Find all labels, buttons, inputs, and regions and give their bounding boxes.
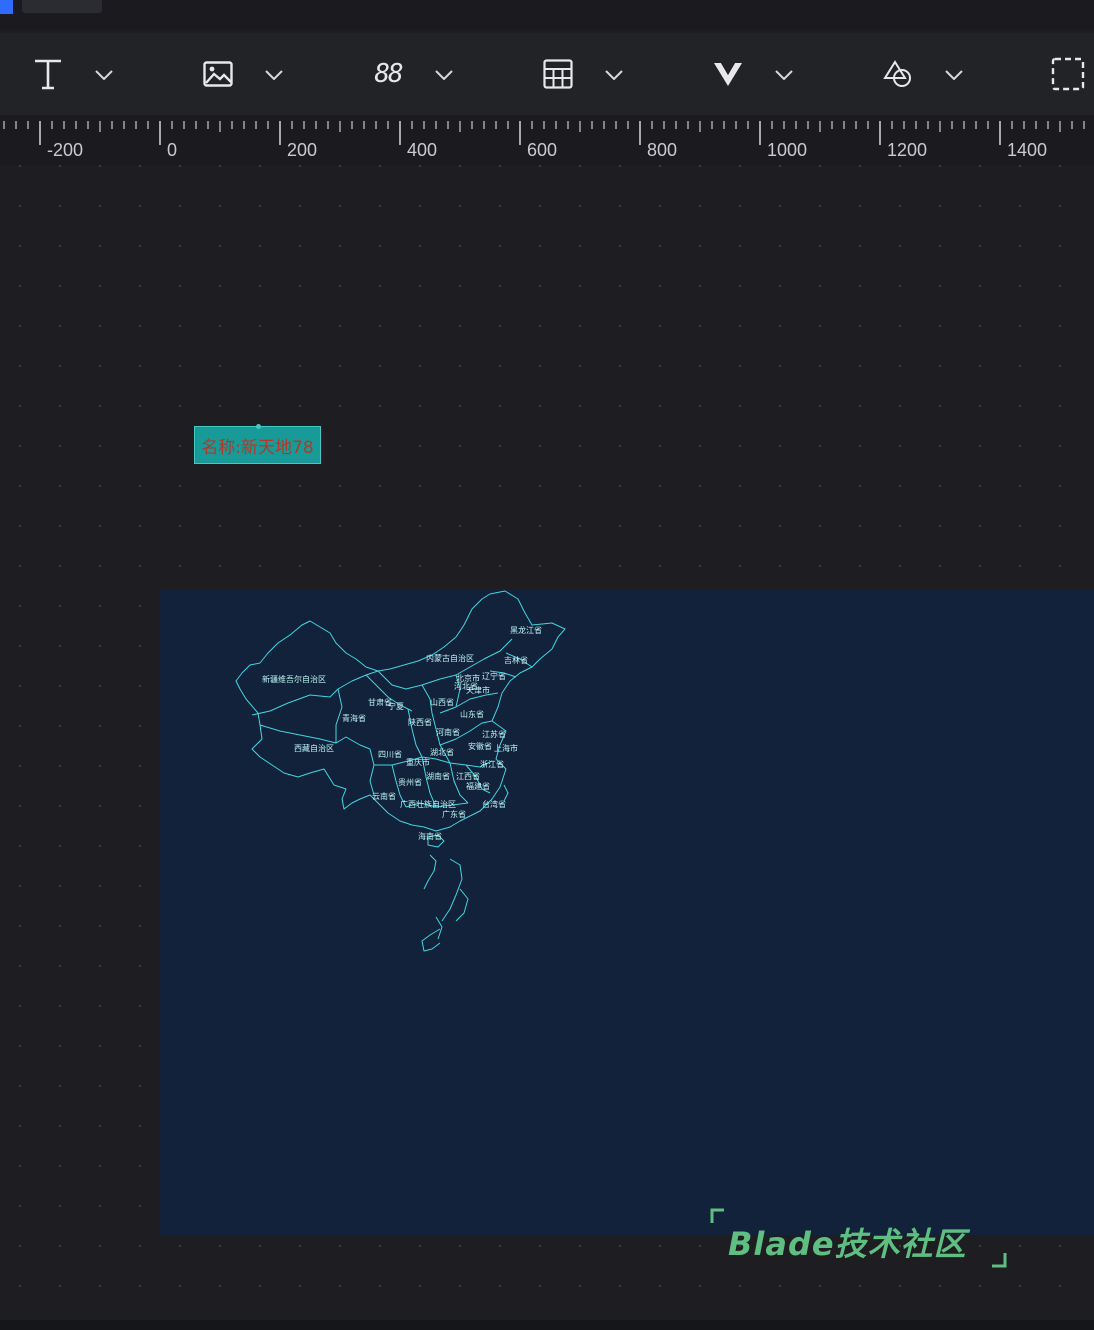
map-region-label: 浙江省: [480, 759, 504, 769]
map-region-label: 广西壮族自治区: [400, 799, 456, 809]
watermark-text: Blade技术社区: [728, 1225, 967, 1263]
ruler-label: 1400: [1007, 140, 1048, 160]
map-region-label: 四川省: [378, 749, 402, 759]
table-tool[interactable]: [538, 33, 628, 115]
map-region-label: 山西省: [430, 697, 454, 707]
top-tab[interactable]: [22, 0, 102, 13]
map-region-label: 陕西省: [408, 717, 432, 727]
map-island: [421, 928, 441, 952]
map-region-label: 江西省: [456, 771, 480, 781]
map-region-label: 贵州省: [398, 777, 422, 787]
vue-component-tool[interactable]: [708, 33, 798, 115]
map-region-label: 宁夏: [388, 701, 404, 711]
table-icon: [538, 54, 578, 94]
text-tool[interactable]: [28, 33, 118, 115]
fullscreen-icon: [1048, 54, 1088, 94]
map-region-label: 河南省: [436, 727, 460, 737]
resize-handle[interactable]: [256, 424, 261, 429]
map-region-label: 上海市: [494, 743, 518, 753]
ruler-label: 0: [167, 140, 178, 160]
text-icon: [28, 54, 68, 94]
map-region-label: 重庆市: [406, 757, 430, 767]
map-region-label: 江苏省: [482, 729, 506, 739]
china-map: 新疆维吾尔自治区 西藏自治区 青海省 甘肃省 内蒙古自治区 黑龙江省 吉林省 辽…: [235, 590, 566, 952]
map-region-label: 内蒙古自治区: [426, 653, 474, 663]
ruler-label: 600: [527, 140, 558, 160]
digital-number-icon: 88: [368, 54, 408, 94]
component-toolbar: 88: [0, 33, 1094, 115]
fullscreen-tool[interactable]: [1048, 33, 1090, 115]
ruler-label: 1000: [767, 140, 808, 160]
map-region-label: 山东省: [460, 709, 484, 719]
number-tool[interactable]: 88: [368, 33, 458, 115]
map-region-label: 青海省: [342, 713, 366, 723]
chevron-down-icon[interactable]: [264, 65, 284, 85]
watermark: Blade技术社区: [708, 1207, 1008, 1269]
chevron-down-icon[interactable]: [434, 65, 454, 85]
chevron-down-icon[interactable]: [94, 65, 114, 85]
map-region-label: 天津市: [466, 685, 490, 695]
ruler-label: 200: [287, 140, 318, 160]
vue-icon: [708, 54, 748, 94]
ruler-label: 800: [647, 140, 678, 160]
shapes-icon: [878, 54, 918, 94]
map-region-label: 辽宁省: [482, 671, 506, 681]
image-tool[interactable]: [198, 33, 288, 115]
map-region-label: 云南省: [372, 791, 396, 801]
bottom-bar: [0, 1320, 1094, 1330]
map-region-label: 黑龙江省: [510, 625, 542, 635]
map-region-label: 吉林省: [504, 655, 528, 665]
map-island: [435, 916, 443, 940]
map-boundary: [407, 708, 423, 758]
image-icon: [198, 54, 238, 94]
map-region-label: 广东省: [442, 809, 466, 819]
horizontal-ruler[interactable]: -200 0 200 400 600 800 1000 1200 1400: [0, 115, 1094, 165]
map-island: [503, 784, 509, 802]
name-text-label: 名称:新天地78: [201, 437, 314, 458]
chevron-down-icon[interactable]: [774, 65, 794, 85]
map-boundary: [369, 748, 375, 796]
map-region-label: 安徽省: [468, 741, 492, 751]
ruler-label: 1200: [887, 140, 928, 160]
map-island: [441, 858, 463, 922]
name-text-component[interactable]: 名称:新天地78: [194, 424, 321, 464]
map-region-label: 北京市: [456, 673, 480, 683]
ruler-label: 400: [407, 140, 438, 160]
top-bar: [0, 0, 1094, 30]
ruler-label: -200: [47, 140, 84, 160]
map-region-label: 湖北省: [430, 747, 454, 757]
digital-number-glyph: 88: [374, 59, 403, 89]
map-region-label: 台湾省: [482, 799, 506, 809]
chevron-down-icon[interactable]: [604, 65, 624, 85]
map-region-label: 海南省: [418, 831, 442, 841]
map-island: [423, 854, 437, 890]
map-region-label: 福建省: [466, 781, 490, 791]
map-region-label: 新疆维吾尔自治区: [262, 674, 326, 684]
map-region-label: 湖南省: [426, 771, 450, 781]
app-logo-accent: [0, 0, 13, 14]
map-island: [455, 888, 469, 922]
chevron-down-icon[interactable]: [944, 65, 964, 85]
map-region-label: 西藏自治区: [294, 743, 334, 753]
shape-tool[interactable]: [878, 33, 968, 115]
china-map-component[interactable]: 新疆维吾尔自治区 西藏自治区 青海省 甘肃省 内蒙古自治区 黑龙江省 吉林省 辽…: [160, 589, 1094, 1235]
